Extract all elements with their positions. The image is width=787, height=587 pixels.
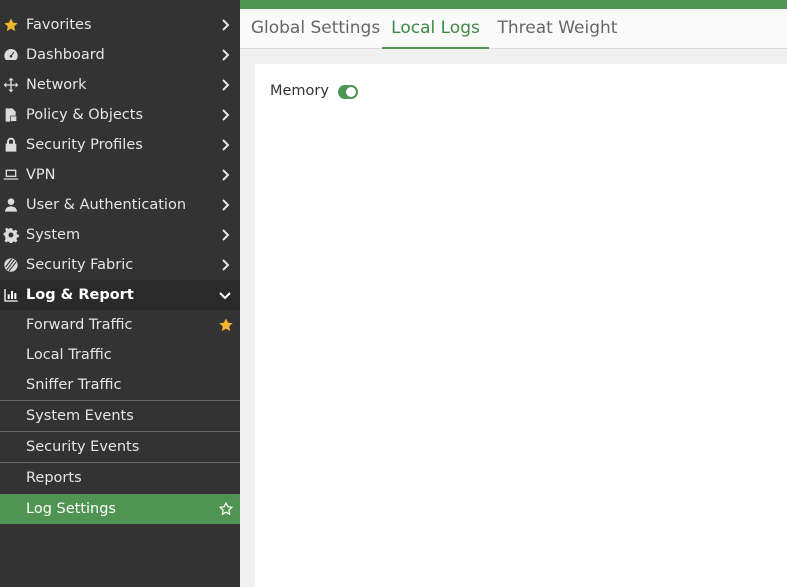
sidebar-item-label: Policy & Objects [26, 107, 144, 123]
laptop-icon [2, 166, 20, 184]
sidebar-subitem-label: Reports [26, 470, 82, 486]
sidebar-subitem-label: Log Settings [26, 501, 116, 517]
chevron-right-icon [218, 258, 232, 272]
chevron-down-icon [218, 288, 232, 302]
sidebar-item-user-authentication[interactable]: User & Authentication [0, 190, 240, 220]
sidebar-item-label: Security Fabric [26, 257, 134, 273]
chevron-right-icon [218, 168, 232, 182]
star-icon [2, 16, 20, 34]
tab-global-settings[interactable]: Global Settings [246, 9, 385, 47]
chevron-right-icon [218, 78, 232, 92]
sidebar-subitem-label: Security Events [26, 439, 140, 455]
sidebar-subitem-local-traffic[interactable]: Local Traffic [0, 340, 240, 370]
tab-threat-weight[interactable]: Threat Weight [495, 9, 620, 47]
sidebar-item-security-profiles[interactable]: Security Profiles [0, 130, 240, 160]
sidebar-subitem-label: System Events [26, 408, 134, 424]
tab-label: Threat Weight [497, 18, 618, 38]
sidebar-item-label: VPN [26, 167, 56, 183]
sidebar-subitem-reports[interactable]: Reports [0, 462, 240, 493]
network-icon [2, 76, 20, 94]
sidebar-item-label: Log & Report [26, 287, 134, 303]
sidebar-item-policy-objects[interactable]: Policy & Objects [0, 100, 240, 130]
gear-icon [2, 226, 20, 244]
sidebar-subitem-system-events[interactable]: System Events [0, 400, 240, 431]
tab-label: Global Settings [250, 18, 381, 38]
chevron-right-icon [218, 228, 232, 242]
fabric-icon [2, 256, 20, 274]
favorite-star-icon[interactable] [218, 317, 234, 333]
sidebar-item-label: Dashboard [26, 47, 105, 63]
sidebar-subitem-label: Local Traffic [26, 347, 112, 363]
tab-bar: Global Settings Local Logs Threat Weight [240, 9, 787, 49]
chevron-right-icon [218, 48, 232, 62]
favorite-star-outline-icon[interactable] [218, 501, 234, 517]
sidebar-item-favorites[interactable]: Favorites [0, 10, 240, 40]
sidebar-item-label: Favorites [26, 17, 92, 33]
tab-label: Local Logs [391, 18, 480, 38]
sidebar-item-vpn[interactable]: VPN [0, 160, 240, 190]
lock-icon [2, 136, 20, 154]
sidebar-item-network[interactable]: Network [0, 70, 240, 100]
user-icon [2, 196, 20, 214]
chevron-right-icon [218, 138, 232, 152]
chevron-right-icon [218, 108, 232, 122]
sidebar-subitem-forward-traffic[interactable]: Forward Traffic [0, 310, 240, 340]
sidebar-subitem-security-events[interactable]: Security Events [0, 431, 240, 462]
sidebar: Favorites Dashboard Network Policy & Obj… [0, 0, 240, 587]
sidebar-item-system[interactable]: System [0, 220, 240, 250]
bar-chart-icon [2, 286, 20, 304]
sidebar-subitem-label: Forward Traffic [26, 317, 133, 333]
sidebar-item-label: User & Authentication [26, 197, 187, 213]
sidebar-item-label: System [26, 227, 81, 243]
memory-label: Memory [270, 83, 329, 99]
sidebar-subitem-log-settings[interactable]: Log Settings [0, 494, 240, 524]
dashboard-icon [2, 46, 20, 64]
top-accent-bar [240, 0, 787, 9]
sidebar-item-label: Security Profiles [26, 137, 143, 153]
chevron-right-icon [218, 18, 232, 32]
sidebar-subitem-sniffer-traffic[interactable]: Sniffer Traffic [0, 370, 240, 400]
sidebar-item-security-fabric[interactable]: Security Fabric [0, 250, 240, 280]
sidebar-item-log-report[interactable]: Log & Report [0, 280, 240, 310]
policy-icon [2, 106, 20, 124]
toggle-knob [346, 87, 356, 97]
tab-local-logs[interactable]: Local Logs [382, 9, 489, 49]
sidebar-subitem-label: Sniffer Traffic [26, 377, 122, 393]
sidebar-item-dashboard[interactable]: Dashboard [0, 40, 240, 70]
memory-toggle[interactable] [338, 85, 358, 99]
content-panel: Memory [255, 64, 787, 587]
sidebar-item-label: Network [26, 77, 87, 93]
chevron-right-icon [218, 198, 232, 212]
